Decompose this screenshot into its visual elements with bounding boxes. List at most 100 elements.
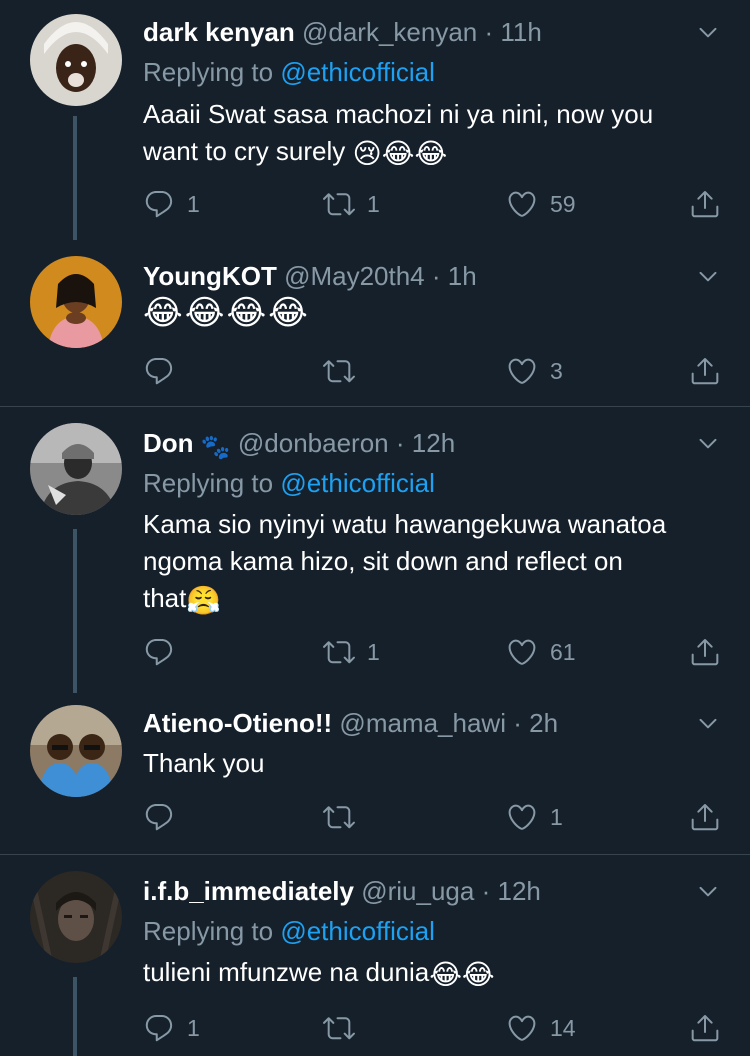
retweet-count: 1 [367,638,380,665]
like-button[interactable]: 14 [506,1010,576,1046]
like-button[interactable]: 3 [506,353,563,389]
emoji-sequence: 😂😂😂😂 [143,294,310,332]
thread-line [73,529,77,693]
retweet-count: 1 [367,190,380,217]
avatar[interactable] [30,256,122,348]
user-handle[interactable]: @riu_uga [361,876,474,906]
tweet-text-line: that😤 [143,580,723,617]
reply-icon [143,188,175,220]
replying-to-label: Replying to [143,57,274,87]
tweet-atieno-otieno[interactable]: Atieno-Otieno!! @mama_hawi · 2h Thank yo… [0,693,750,853]
user-handle[interactable]: @May20th4 [284,261,425,291]
timestamp[interactable]: 11h [500,17,541,47]
emoji-sequence: 😂😂 [429,959,495,990]
retweet-icon [323,801,355,833]
display-name[interactable]: Don [143,428,194,458]
like-button[interactable]: 59 [506,186,576,222]
display-name[interactable]: Atieno-Otieno!! [143,708,332,738]
replying-to: Replying to @ethicofficial [143,465,435,501]
reply-count: 1 [187,190,200,217]
retweet-button[interactable]: 1 [323,634,380,670]
share-button[interactable] [689,799,721,835]
tweet-text: Kama sio nyinyi watu hawangekuwa wanatoa… [143,506,723,617]
mention-link[interactable]: @ethicofficial [280,916,435,946]
retweet-button[interactable] [323,1010,355,1046]
timestamp[interactable]: 1h [448,261,477,291]
tweet-ifb-immediately[interactable]: i.f.b_immediately @riu_uga · 12h Replyin… [0,855,750,1056]
chevron-down-icon[interactable] [696,431,720,455]
avatar[interactable] [30,705,122,797]
display-name[interactable]: YoungKOT [143,261,277,291]
share-button[interactable] [689,634,721,670]
share-button[interactable] [689,353,721,389]
timestamp[interactable]: 12h [412,428,455,458]
tweet-text: Thank you [143,745,723,782]
tweet-header: Don 🐾 @donbaeron · 12h [143,425,710,461]
reply-icon [143,636,175,668]
retweet-icon [323,188,355,220]
tweet-header: YoungKOT @May20th4 · 1h [143,258,710,294]
reply-button[interactable]: 1 [143,186,200,222]
replying-to: Replying to @ethicofficial [143,913,435,949]
display-name[interactable]: i.f.b_immediately [143,876,354,906]
reply-icon [143,355,175,387]
chevron-down-icon[interactable] [696,711,720,735]
heart-icon [506,801,538,833]
share-icon [689,636,721,668]
share-button[interactable] [689,1010,721,1046]
reply-button[interactable] [143,634,175,670]
chevron-down-icon[interactable] [696,20,720,44]
tweet-header: Atieno-Otieno!! @mama_hawi · 2h [143,705,710,741]
reply-button[interactable] [143,353,175,389]
replying-to-label: Replying to [143,468,274,498]
retweet-icon [323,355,355,387]
separator-dot: · [513,708,522,738]
retweet-icon [323,636,355,668]
mention-link[interactable]: @ethicofficial [280,57,435,87]
tweet-don[interactable]: Don 🐾 @donbaeron · 12h Replying to @ethi… [0,407,750,693]
reply-count: 1 [187,1014,200,1041]
like-count: 3 [550,357,563,384]
like-button[interactable]: 1 [506,799,563,835]
avatar[interactable] [30,14,122,106]
retweet-button[interactable] [323,353,355,389]
mention-link[interactable]: @ethicofficial [280,468,435,498]
like-button[interactable]: 61 [506,634,576,670]
action-bar: 1 1 59 [143,186,723,222]
emoji-sequence: 😤 [186,585,222,616]
timestamp[interactable]: 2h [529,708,558,738]
chevron-down-icon[interactable] [696,879,720,903]
user-handle[interactable]: @dark_kenyan [302,17,477,47]
avatar[interactable] [30,871,122,963]
separator-dot: · [395,428,405,458]
avatar[interactable] [30,423,122,515]
share-button[interactable] [689,186,721,222]
share-icon [689,1012,721,1044]
timestamp[interactable]: 12h [497,876,540,906]
reply-button[interactable] [143,799,175,835]
user-handle[interactable]: @mama_hawi [339,708,506,738]
retweet-button[interactable]: 1 [323,186,380,222]
tweet-header: dark kenyan @dark_kenyan · 11h [143,14,710,50]
reply-button[interactable]: 1 [143,1010,200,1046]
heart-icon [506,636,538,668]
tweet-text-line: Kama sio nyinyi watu hawangekuwa wanatoa [143,509,667,539]
paw-prints-emoji: 🐾 [200,434,231,461]
user-handle[interactable]: @donbaeron [238,428,389,458]
separator-dot: · [481,876,491,906]
chevron-down-icon[interactable] [696,264,720,288]
action-bar: 3 [143,353,723,389]
tweet-header: i.f.b_immediately @riu_uga · 12h [143,873,710,909]
like-count: 61 [550,638,576,665]
heart-icon [506,1012,538,1044]
tweet-dark-kenyan[interactable]: dark kenyan @dark_kenyan · 11h Replying … [0,0,750,240]
action-bar: 1 [143,799,723,835]
tweet-text: Aaaii Swat sasa machozi ni ya nini, now … [143,96,723,170]
tweet-text-fragment: that [143,583,187,613]
display-name[interactable]: dark kenyan [143,17,295,47]
share-icon [689,801,721,833]
tweet-youngkot[interactable]: YoungKOT @May20th4 · 1h 😂😂😂😂 3 [0,240,750,406]
emoji-sequence: 😢😂😂 [352,138,448,169]
tweet-text-line: tulieni mfunzwe na dunia😂😂 [143,954,723,991]
retweet-button[interactable] [323,799,355,835]
